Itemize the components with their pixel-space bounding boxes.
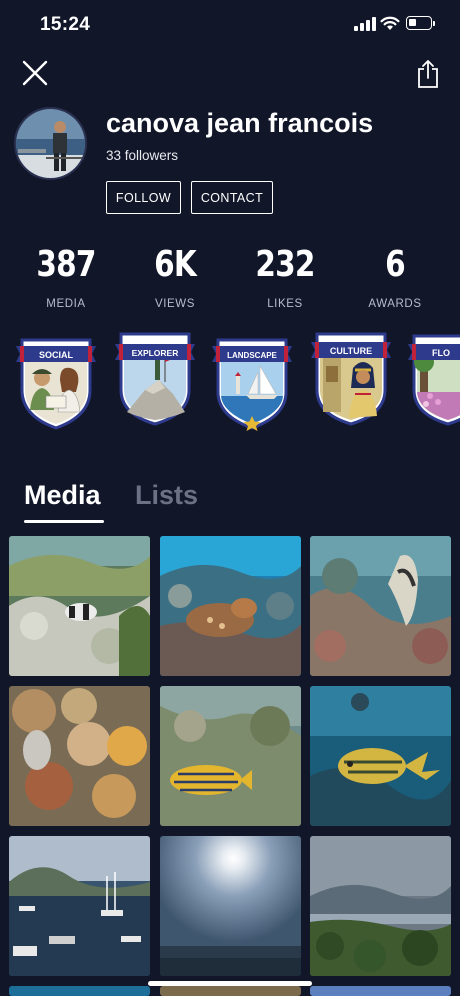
close-button[interactable] bbox=[20, 58, 50, 88]
status-time: 15:24 bbox=[40, 14, 91, 35]
media-thumbnail-12[interactable] bbox=[310, 986, 451, 996]
follow-button[interactable]: FOLLOW bbox=[106, 181, 181, 214]
profile-name: canova jean francois bbox=[106, 108, 374, 138]
avatar[interactable] bbox=[14, 107, 87, 180]
media-thumbnail-9[interactable] bbox=[310, 836, 451, 976]
badge-culture-label: CULTURE bbox=[330, 346, 372, 356]
badge-explorer-icon: EXPLORER bbox=[115, 332, 195, 426]
battery-icon bbox=[406, 16, 435, 30]
badge-landscape-icon: LANDSCAPE bbox=[212, 338, 292, 431]
badge-social-label: SOCIAL bbox=[39, 350, 74, 360]
media-thumbnail-4[interactable] bbox=[9, 686, 150, 826]
tab-media[interactable]: Media bbox=[24, 480, 101, 511]
share-icon bbox=[418, 60, 438, 88]
badge-social-icon: SOCIAL bbox=[16, 338, 96, 430]
stat-awards-label: AWARDS bbox=[368, 298, 422, 310]
badge-explorer[interactable]: EXPLORER bbox=[115, 332, 195, 432]
stat-views-label: VIEWS bbox=[154, 298, 196, 310]
badge-social[interactable]: SOCIAL bbox=[16, 332, 96, 432]
media-thumbnail-3[interactable] bbox=[310, 536, 451, 676]
media-thumbnail-10[interactable] bbox=[9, 986, 150, 996]
badge-flora-label: FLO bbox=[432, 348, 450, 358]
stat-awards-value: 6 bbox=[385, 244, 406, 285]
badge-culture[interactable]: CULTURE bbox=[311, 332, 391, 432]
media-grid[interactable] bbox=[0, 536, 460, 996]
stat-media-value: 387 bbox=[36, 244, 96, 285]
avatar-photo bbox=[16, 109, 85, 178]
badge-flora[interactable]: FLO bbox=[408, 332, 460, 432]
cellular-signal-icon bbox=[354, 17, 376, 31]
status-bar: 15:24 bbox=[0, 0, 460, 52]
media-thumbnail-8[interactable] bbox=[160, 836, 301, 976]
badge-landscape-label: LANDSCAPE bbox=[227, 351, 277, 360]
media-thumbnail-1[interactable] bbox=[9, 536, 150, 676]
wifi-icon bbox=[380, 16, 400, 30]
share-button[interactable] bbox=[415, 58, 441, 90]
media-thumbnail-11[interactable] bbox=[160, 986, 301, 996]
close-icon bbox=[22, 60, 48, 86]
media-thumbnail-7[interactable] bbox=[9, 836, 150, 976]
badge-explorer-label: EXPLORER bbox=[132, 348, 179, 358]
contact-button[interactable]: CONTACT bbox=[191, 181, 273, 214]
badge-flora-icon: FLO bbox=[408, 334, 460, 426]
media-thumbnail-2[interactable] bbox=[160, 536, 301, 676]
battery-level bbox=[409, 19, 416, 26]
stat-views[interactable]: 6K VIEWS bbox=[120, 243, 230, 310]
stat-likes-label: LIKES bbox=[267, 298, 303, 310]
stat-media-label: MEDIA bbox=[46, 298, 86, 310]
tab-lists[interactable]: Lists bbox=[135, 480, 198, 511]
media-thumbnail-6[interactable] bbox=[310, 686, 451, 826]
badges-carousel[interactable]: SOCIAL EXPLORER LANDSCAPE CULTURE FLO bbox=[0, 332, 460, 432]
badge-landscape[interactable]: LANDSCAPE bbox=[212, 332, 292, 432]
stat-likes-value: 232 bbox=[255, 244, 315, 285]
stat-views-value: 6K bbox=[154, 244, 197, 285]
badge-culture-icon: CULTURE bbox=[311, 332, 391, 426]
stat-likes[interactable]: 232 LIKES bbox=[230, 243, 340, 310]
followers-count: 33 followers bbox=[106, 148, 179, 163]
stat-media[interactable]: 387 MEDIA bbox=[11, 243, 121, 310]
media-thumbnail-5[interactable] bbox=[160, 686, 301, 826]
active-tab-indicator bbox=[24, 520, 104, 523]
home-indicator[interactable] bbox=[148, 981, 312, 986]
stat-awards[interactable]: 6 AWARDS bbox=[340, 243, 450, 310]
profile-screen: 15:24 canova jean francois 33 followers … bbox=[0, 0, 460, 996]
